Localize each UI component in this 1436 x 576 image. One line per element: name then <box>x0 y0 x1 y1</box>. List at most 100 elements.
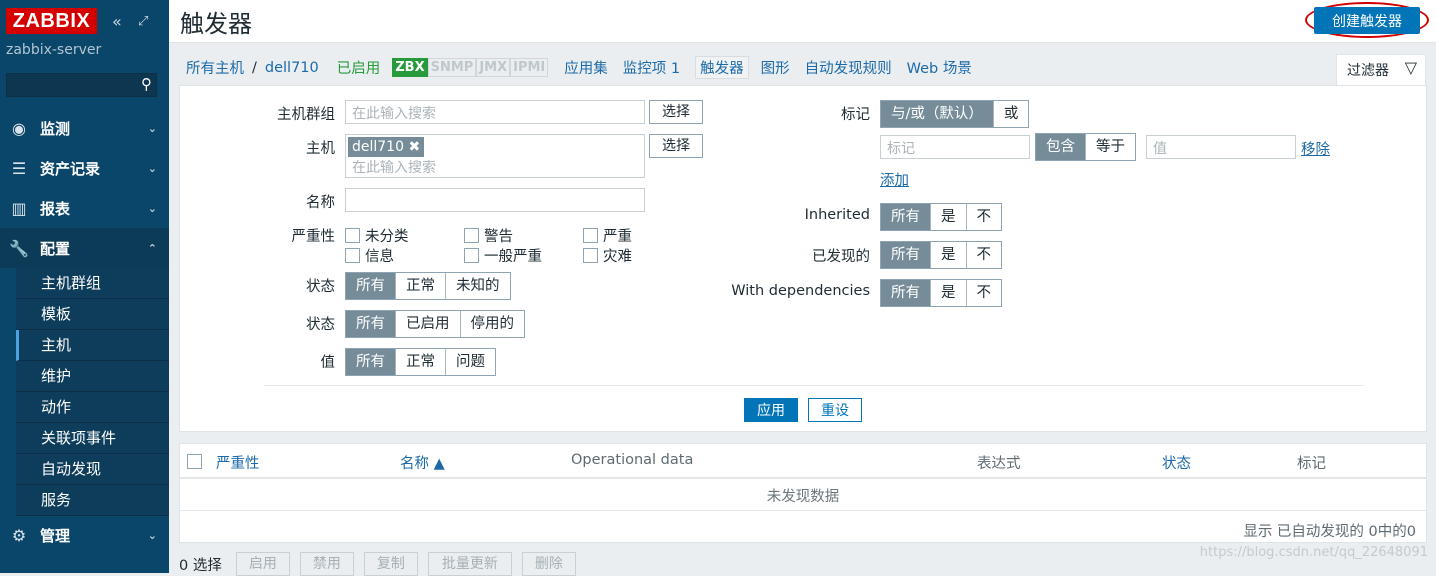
tag-remove-link[interactable]: 移除 <box>1301 138 1330 159</box>
select-all-checkbox[interactable] <box>187 454 202 469</box>
tag-contains[interactable]: 包含 <box>1036 134 1086 160</box>
breadcrumb-host[interactable]: dell710 <box>265 60 319 76</box>
submenu-templates[interactable]: 模板 <box>16 299 169 330</box>
reset-button[interactable]: 重设 <box>808 398 862 422</box>
severity-information[interactable]: 信息 <box>345 245 394 266</box>
search-icon[interactable]: ⚲ <box>141 75 152 93</box>
state-all[interactable]: 所有 <box>346 273 396 299</box>
enable-button[interactable]: 启用 <box>235 552 290 576</box>
inherited-yes[interactable]: 是 <box>931 204 967 230</box>
zabbix-logo[interactable]: ZABBIX <box>6 8 97 34</box>
nav-items[interactable]: 监控项 1 <box>623 57 680 78</box>
inherited-all[interactable]: 所有 <box>881 204 931 230</box>
remove-chip-icon[interactable]: ✖ <box>408 139 420 155</box>
nav-applications[interactable]: 应用集 <box>564 57 608 78</box>
severity-label: 严重性 <box>291 229 336 245</box>
tag-value-input[interactable]: 值 <box>1146 135 1296 159</box>
list-icon: ☰ <box>11 158 27 178</box>
value-problem[interactable]: 问题 <box>446 349 495 375</box>
value-ok[interactable]: 正常 <box>396 349 446 375</box>
menu-administration[interactable]: ⚙ 管理 ⌄ <box>0 515 169 555</box>
dependencies-all[interactable]: 所有 <box>881 280 931 306</box>
submenu-maintenance[interactable]: 维护 <box>16 361 169 392</box>
host-group-select-button[interactable]: 选择 <box>649 100 703 124</box>
tag-equals[interactable]: 等于 <box>1086 134 1135 160</box>
discovered-yes[interactable]: 是 <box>931 242 967 268</box>
tags-and-or[interactable]: 与/或（默认） <box>881 101 994 127</box>
tag-add-link[interactable]: 添加 <box>880 169 909 190</box>
sidebar-search-input[interactable]: ⚲ <box>6 73 157 97</box>
severity-average[interactable]: 一般严重 <box>464 245 542 266</box>
severity-warning[interactable]: 警告 <box>464 225 513 246</box>
filter-icon: ▽ <box>1404 58 1417 77</box>
status-disabled[interactable]: 停用的 <box>461 311 525 337</box>
nav-discovery-rules[interactable]: 自动发现规则 <box>805 57 892 78</box>
dependencies-label: With dependencies <box>731 283 870 299</box>
menu-monitoring[interactable]: ◉ 监测 ⌄ <box>0 108 169 148</box>
no-data-message: 未发现数据 <box>766 489 840 505</box>
dependencies-toggle: 所有 是 不 <box>880 279 1002 307</box>
col-status[interactable]: 状态 <box>1162 452 1191 473</box>
checkbox[interactable] <box>464 248 479 263</box>
inherited-label: Inherited <box>804 207 870 223</box>
dependencies-yes[interactable]: 是 <box>931 280 967 306</box>
create-trigger-button[interactable]: 创建触发器 <box>1314 7 1420 34</box>
checkbox[interactable] <box>464 228 479 243</box>
collapse-sidebar-icon[interactable]: « <box>112 12 122 31</box>
tags-evaltype-toggle: 与/或（默认） 或 <box>880 100 1030 128</box>
checkbox-label: 严重 <box>603 229 632 245</box>
submenu-services[interactable]: 服务 <box>16 485 169 516</box>
host-select-button[interactable]: 选择 <box>649 134 703 158</box>
state-normal[interactable]: 正常 <box>396 273 446 299</box>
name-input[interactable] <box>345 188 645 212</box>
menu-configuration[interactable]: 🔧 配置 ⌃ <box>0 228 169 268</box>
discovered-toggle: 所有 是 不 <box>880 241 1002 269</box>
chevron-down-icon: ⌄ <box>147 161 157 175</box>
filter-tab[interactable]: 过滤器 ▽ <box>1336 54 1426 86</box>
delete-button[interactable]: 删除 <box>521 552 576 576</box>
submenu-host-groups[interactable]: 主机群组 <box>16 268 169 299</box>
host-chip-label: dell710 <box>352 139 405 155</box>
copy-button[interactable]: 复制 <box>363 552 418 576</box>
severity-high[interactable]: 严重 <box>583 225 632 246</box>
checkbox[interactable] <box>345 228 360 243</box>
nav-graphs[interactable]: 图形 <box>761 57 790 78</box>
status-all[interactable]: 所有 <box>346 311 396 337</box>
name-label: 名称 <box>306 195 335 211</box>
mass-update-button[interactable]: 批量更新 <box>427 552 512 576</box>
checkbox[interactable] <box>345 248 360 263</box>
severity-not-classified[interactable]: 未分类 <box>345 225 409 246</box>
nav-web-scenarios[interactable]: Web 场景 <box>907 57 972 78</box>
host-group-input[interactable]: 在此输入搜索 <box>345 100 645 124</box>
severity-disaster[interactable]: 灾难 <box>583 245 632 266</box>
selected-count: 0 选择 <box>179 557 222 574</box>
menu-reports[interactable]: ▥ 报表 ⌄ <box>0 188 169 228</box>
breadcrumb-all-hosts[interactable]: 所有主机 <box>186 57 244 78</box>
discovered-all[interactable]: 所有 <box>881 242 931 268</box>
tags-or[interactable]: 或 <box>994 101 1029 127</box>
host-status[interactable]: 已启用 <box>337 57 381 78</box>
submenu-hosts[interactable]: 主机 <box>16 330 169 361</box>
host-label: 主机 <box>306 141 335 157</box>
kiosk-mode-icon[interactable]: ⤢ <box>138 14 148 29</box>
discovered-no[interactable]: 不 <box>967 242 1002 268</box>
state-unknown[interactable]: 未知的 <box>446 273 510 299</box>
sidebar: ZABBIX « ⤢ zabbix-server ⚲ ◉ 监测 ⌄ ☰ 资产记录 ⌄ ▥… <box>0 0 169 573</box>
disable-button[interactable]: 禁用 <box>299 552 354 576</box>
submenu-correlation[interactable]: 关联项事件 <box>16 423 169 454</box>
inherited-no[interactable]: 不 <box>967 204 1002 230</box>
checkbox[interactable] <box>583 248 598 263</box>
col-name[interactable]: 名称 ▲ <box>400 452 445 473</box>
value-all[interactable]: 所有 <box>346 349 396 375</box>
menu-inventory[interactable]: ☰ 资产记录 ⌄ <box>0 148 169 188</box>
status-enabled[interactable]: 已启用 <box>396 311 461 337</box>
wrench-icon: 🔧 <box>9 238 29 258</box>
dependencies-no[interactable]: 不 <box>967 280 1002 306</box>
tag-name-input[interactable]: 标记 <box>880 135 1030 159</box>
col-severity[interactable]: 严重性 <box>216 452 260 473</box>
submenu-discovery[interactable]: 自动发现 <box>16 454 169 485</box>
submenu-actions[interactable]: 动作 <box>16 392 169 423</box>
nav-triggers[interactable]: 触发器 <box>695 56 749 79</box>
apply-button[interactable]: 应用 <box>744 398 798 422</box>
checkbox[interactable] <box>583 228 598 243</box>
